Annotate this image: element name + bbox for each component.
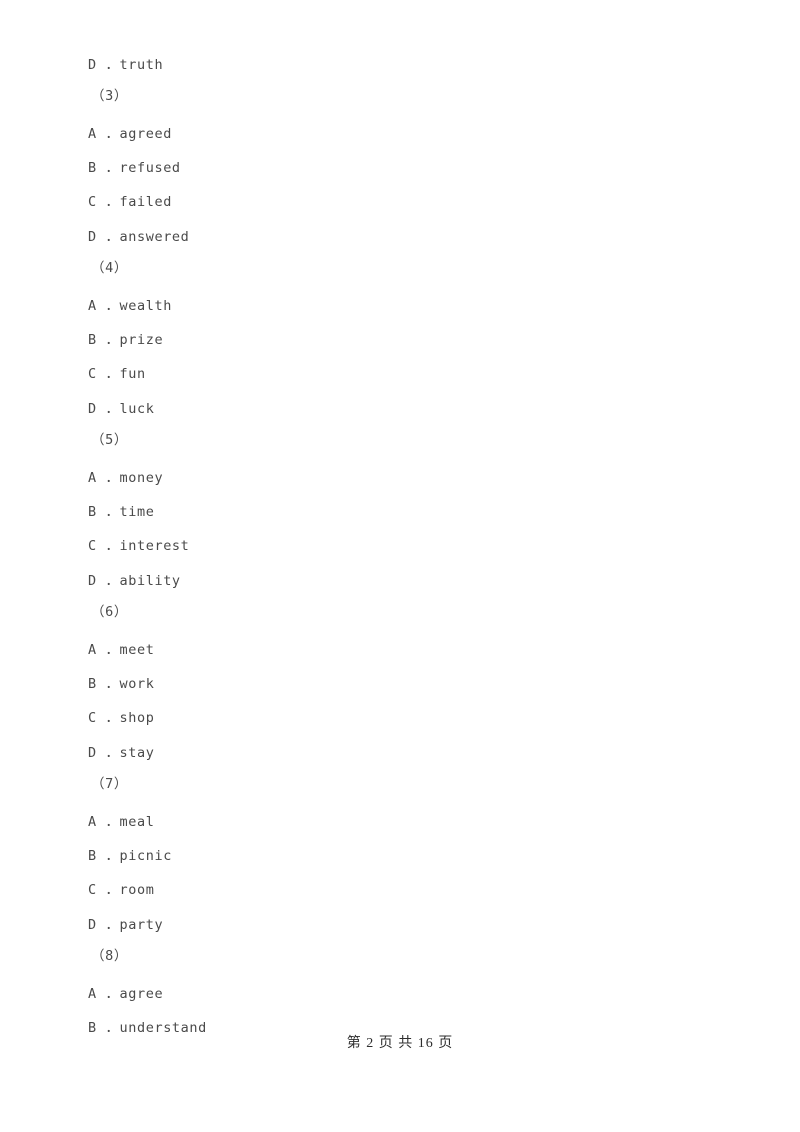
page-footer: 第 2 页 共 16 页 [346,1036,454,1051]
answer-option: B ．time [88,504,155,520]
answer-option: D ．stay [88,745,155,761]
answer-option: D ．truth [88,57,164,73]
answer-option: D ．ability [88,573,181,589]
answer-option: C ．interest [88,538,190,554]
answer-option: A ．meet [88,642,155,658]
question-number: （7） [91,776,128,792]
answer-option: A ．agreed [88,126,172,142]
document-page: D ．truth （3） A ．agreed B ．refused C ．failed D… [0,0,800,1132]
answer-option: B ．prize [88,332,164,348]
answer-option: A ．money [88,470,164,486]
question-number: （5） [91,432,128,448]
answer-option: C ．shop [88,710,155,726]
answer-option: A ．meal [88,814,155,830]
answer-option: C ．fun [88,366,146,382]
question-number: （8） [91,948,128,964]
answer-option: B ．work [88,676,155,692]
answer-option: A ．wealth [88,298,172,314]
answer-option: D ．answered [88,229,190,245]
question-number: （3） [91,88,128,104]
answer-option: D ．luck [88,401,155,417]
answer-option: B ．refused [88,160,181,176]
answer-option: C ．room [88,882,155,898]
answer-option: B ．picnic [88,848,172,864]
answer-option: D ．party [88,917,164,933]
answer-option: A ．agree [88,986,164,1002]
question-number: （4） [91,260,128,276]
question-number: （6） [91,604,128,620]
answer-option: C ．failed [88,194,172,210]
